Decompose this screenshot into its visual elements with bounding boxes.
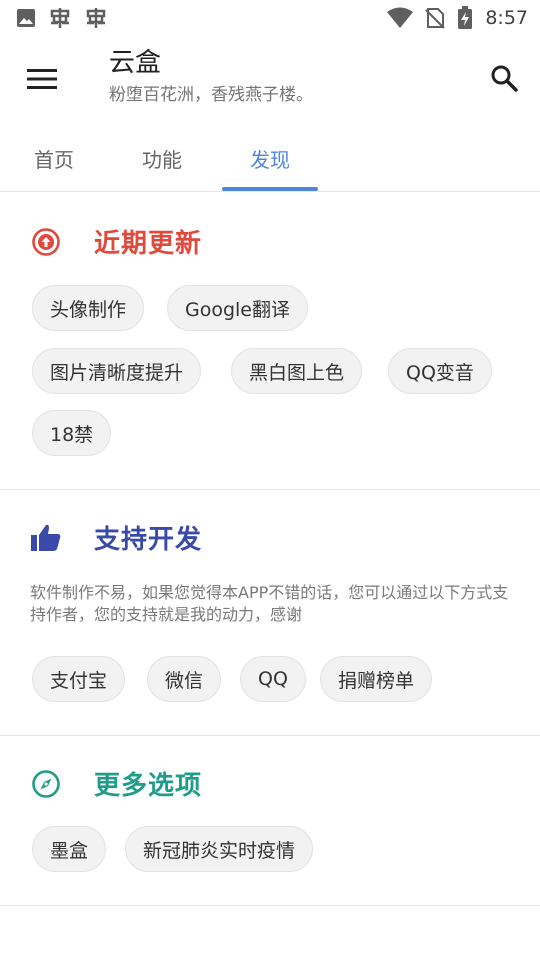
status-right: 8:57	[387, 6, 528, 30]
chip-wechat[interactable]: 微信	[147, 656, 222, 702]
tab-home[interactable]: 首页	[0, 128, 108, 188]
menu-icon	[27, 69, 57, 89]
search-icon	[491, 65, 518, 92]
battery-charging-icon	[458, 6, 473, 29]
app-title: 云盒	[109, 48, 162, 78]
chip-image-upscale[interactable]: 图片清晰度提升	[32, 348, 202, 394]
status-bar: 8:57	[0, 0, 540, 36]
no-sim-icon	[425, 8, 446, 29]
bug-icon	[50, 8, 70, 28]
screen: 8:57 云盒 粉堕百花洲，香残燕子楼。 首页 功能 发现 近期更新 头像制作 …	[0, 0, 540, 960]
thumbs-up-icon	[30, 522, 62, 554]
title-block: 云盒 粉堕百花洲，香残燕子楼。	[109, 46, 313, 108]
section-support-header: 支持开发	[30, 519, 202, 556]
support-description: 软件制作不易，如果您觉得本APP不错的话，您可以通过以下方式支持作者，您的支持就…	[30, 583, 509, 624]
chip-google-translate[interactable]: Google翻译	[167, 285, 309, 331]
chip-qq-voice[interactable]: QQ变音	[388, 348, 492, 394]
section-recent: 近期更新 头像制作 Google翻译 图片清晰度提升 黑白图上色 QQ变音 18…	[0, 193, 540, 490]
chip-alipay[interactable]: 支付宝	[32, 656, 126, 702]
wifi-icon	[387, 7, 414, 28]
bug-icon	[86, 8, 106, 28]
chip-qq[interactable]: QQ	[240, 656, 306, 702]
section-more-title: 更多选项	[94, 771, 203, 801]
chip-covid-live[interactable]: 新冠肺炎实时疫情	[125, 826, 314, 872]
search-button[interactable]	[486, 60, 522, 96]
menu-button[interactable]	[24, 64, 60, 94]
section-support: 支持开发 软件制作不易，如果您觉得本APP不错的话，您可以通过以下方式支持作者，…	[0, 490, 540, 736]
section-recent-title: 近期更新	[94, 229, 203, 259]
compass-icon	[30, 768, 62, 800]
app-subtitle: 粉堕百花洲，香残燕子楼。	[109, 85, 313, 105]
section-more-header: 更多选项	[30, 765, 202, 802]
chip-avatar-maker[interactable]: 头像制作	[32, 285, 145, 331]
section-recent-header: 近期更新	[30, 223, 202, 260]
chip-colorize[interactable]: 黑白图上色	[231, 348, 363, 394]
arrow-up-circle-icon	[30, 226, 62, 258]
status-left	[16, 6, 108, 30]
image-icon	[17, 9, 35, 27]
tab-indicator	[222, 187, 318, 191]
section-more: 更多选项 墨盒 新冠肺炎实时疫情	[0, 736, 540, 906]
clock: 8:57	[485, 7, 528, 29]
tab-functions[interactable]: 功能	[108, 128, 216, 188]
chip-mohe[interactable]: 墨盒	[32, 826, 107, 872]
app-bar: 云盒 粉堕百花洲，香残燕子楼。	[0, 36, 540, 122]
chip-donation-list[interactable]: 捐赠榜单	[320, 656, 433, 702]
tab-discover[interactable]: 发现	[216, 128, 324, 188]
tab-bar: 首页 功能 发现	[0, 128, 540, 192]
chip-18[interactable]: 18禁	[32, 410, 112, 456]
section-support-title: 支持开发	[94, 525, 203, 555]
